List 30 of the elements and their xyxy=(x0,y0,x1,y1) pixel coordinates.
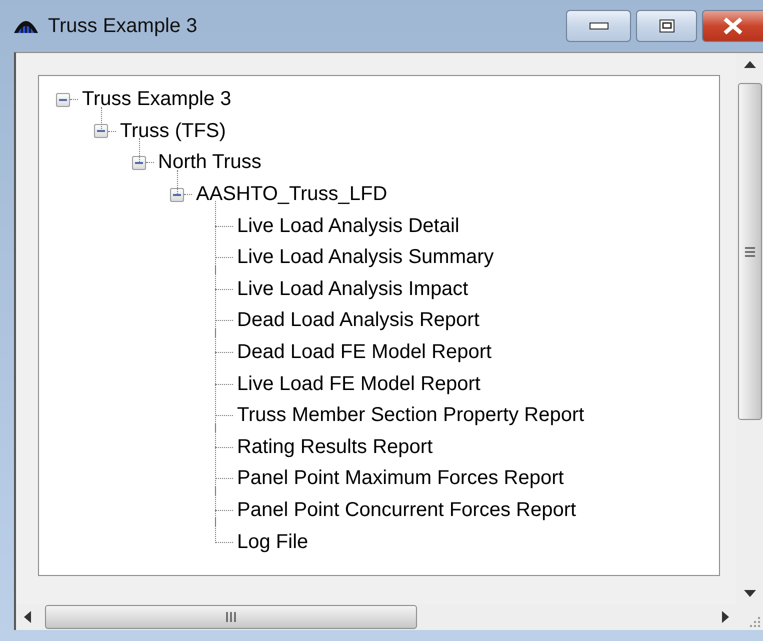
tree-item[interactable]: Dead Load FE Model Report xyxy=(237,341,492,364)
tree-item[interactable]: Live Load Analysis Summary xyxy=(237,246,494,270)
bridge-icon xyxy=(14,19,38,33)
maximize-button[interactable] xyxy=(636,10,697,42)
collapse-icon[interactable] xyxy=(170,188,184,202)
tree-item[interactable]: Panel Point Maximum Forces Report xyxy=(237,467,564,490)
scrollbar-thumb[interactable] xyxy=(738,83,762,420)
minimize-button[interactable] xyxy=(566,10,631,42)
window-title: Truss Example 3 xyxy=(48,14,198,38)
collapse-icon[interactable] xyxy=(132,156,146,170)
tree-item[interactable]: Rating Results Report xyxy=(237,436,433,459)
tree-item[interactable]: Live Load Analysis Detail xyxy=(237,214,460,238)
collapse-icon[interactable] xyxy=(94,124,108,138)
tree-item[interactable]: Dead Load Analysis Report xyxy=(237,309,480,332)
tree-item[interactable]: North Truss xyxy=(158,151,262,174)
tree-item[interactable]: Live Load FE Model Report xyxy=(237,372,480,396)
tree-item[interactable]: Live Load Analysis Impact xyxy=(237,278,468,301)
tree-item[interactable]: AASHTO_Truss_LFD xyxy=(196,183,388,206)
tree-item[interactable]: Panel Point Concurrent Forces Report xyxy=(237,499,576,522)
close-button[interactable] xyxy=(702,10,763,42)
tree-item[interactable]: Log File xyxy=(237,530,308,554)
tree-item[interactable]: Truss Member Section Property Report xyxy=(237,404,584,428)
maximize-icon xyxy=(658,19,674,33)
tree-item[interactable]: Truss Example 3 xyxy=(82,88,232,112)
collapse-icon[interactable] xyxy=(56,92,70,107)
scrollbar-thumb[interactable] xyxy=(45,605,417,629)
tree-item[interactable]: Truss (TFS) xyxy=(120,120,226,143)
minimize-icon xyxy=(588,22,608,30)
resize-grip-icon[interactable] xyxy=(748,615,760,627)
close-icon xyxy=(722,17,744,35)
